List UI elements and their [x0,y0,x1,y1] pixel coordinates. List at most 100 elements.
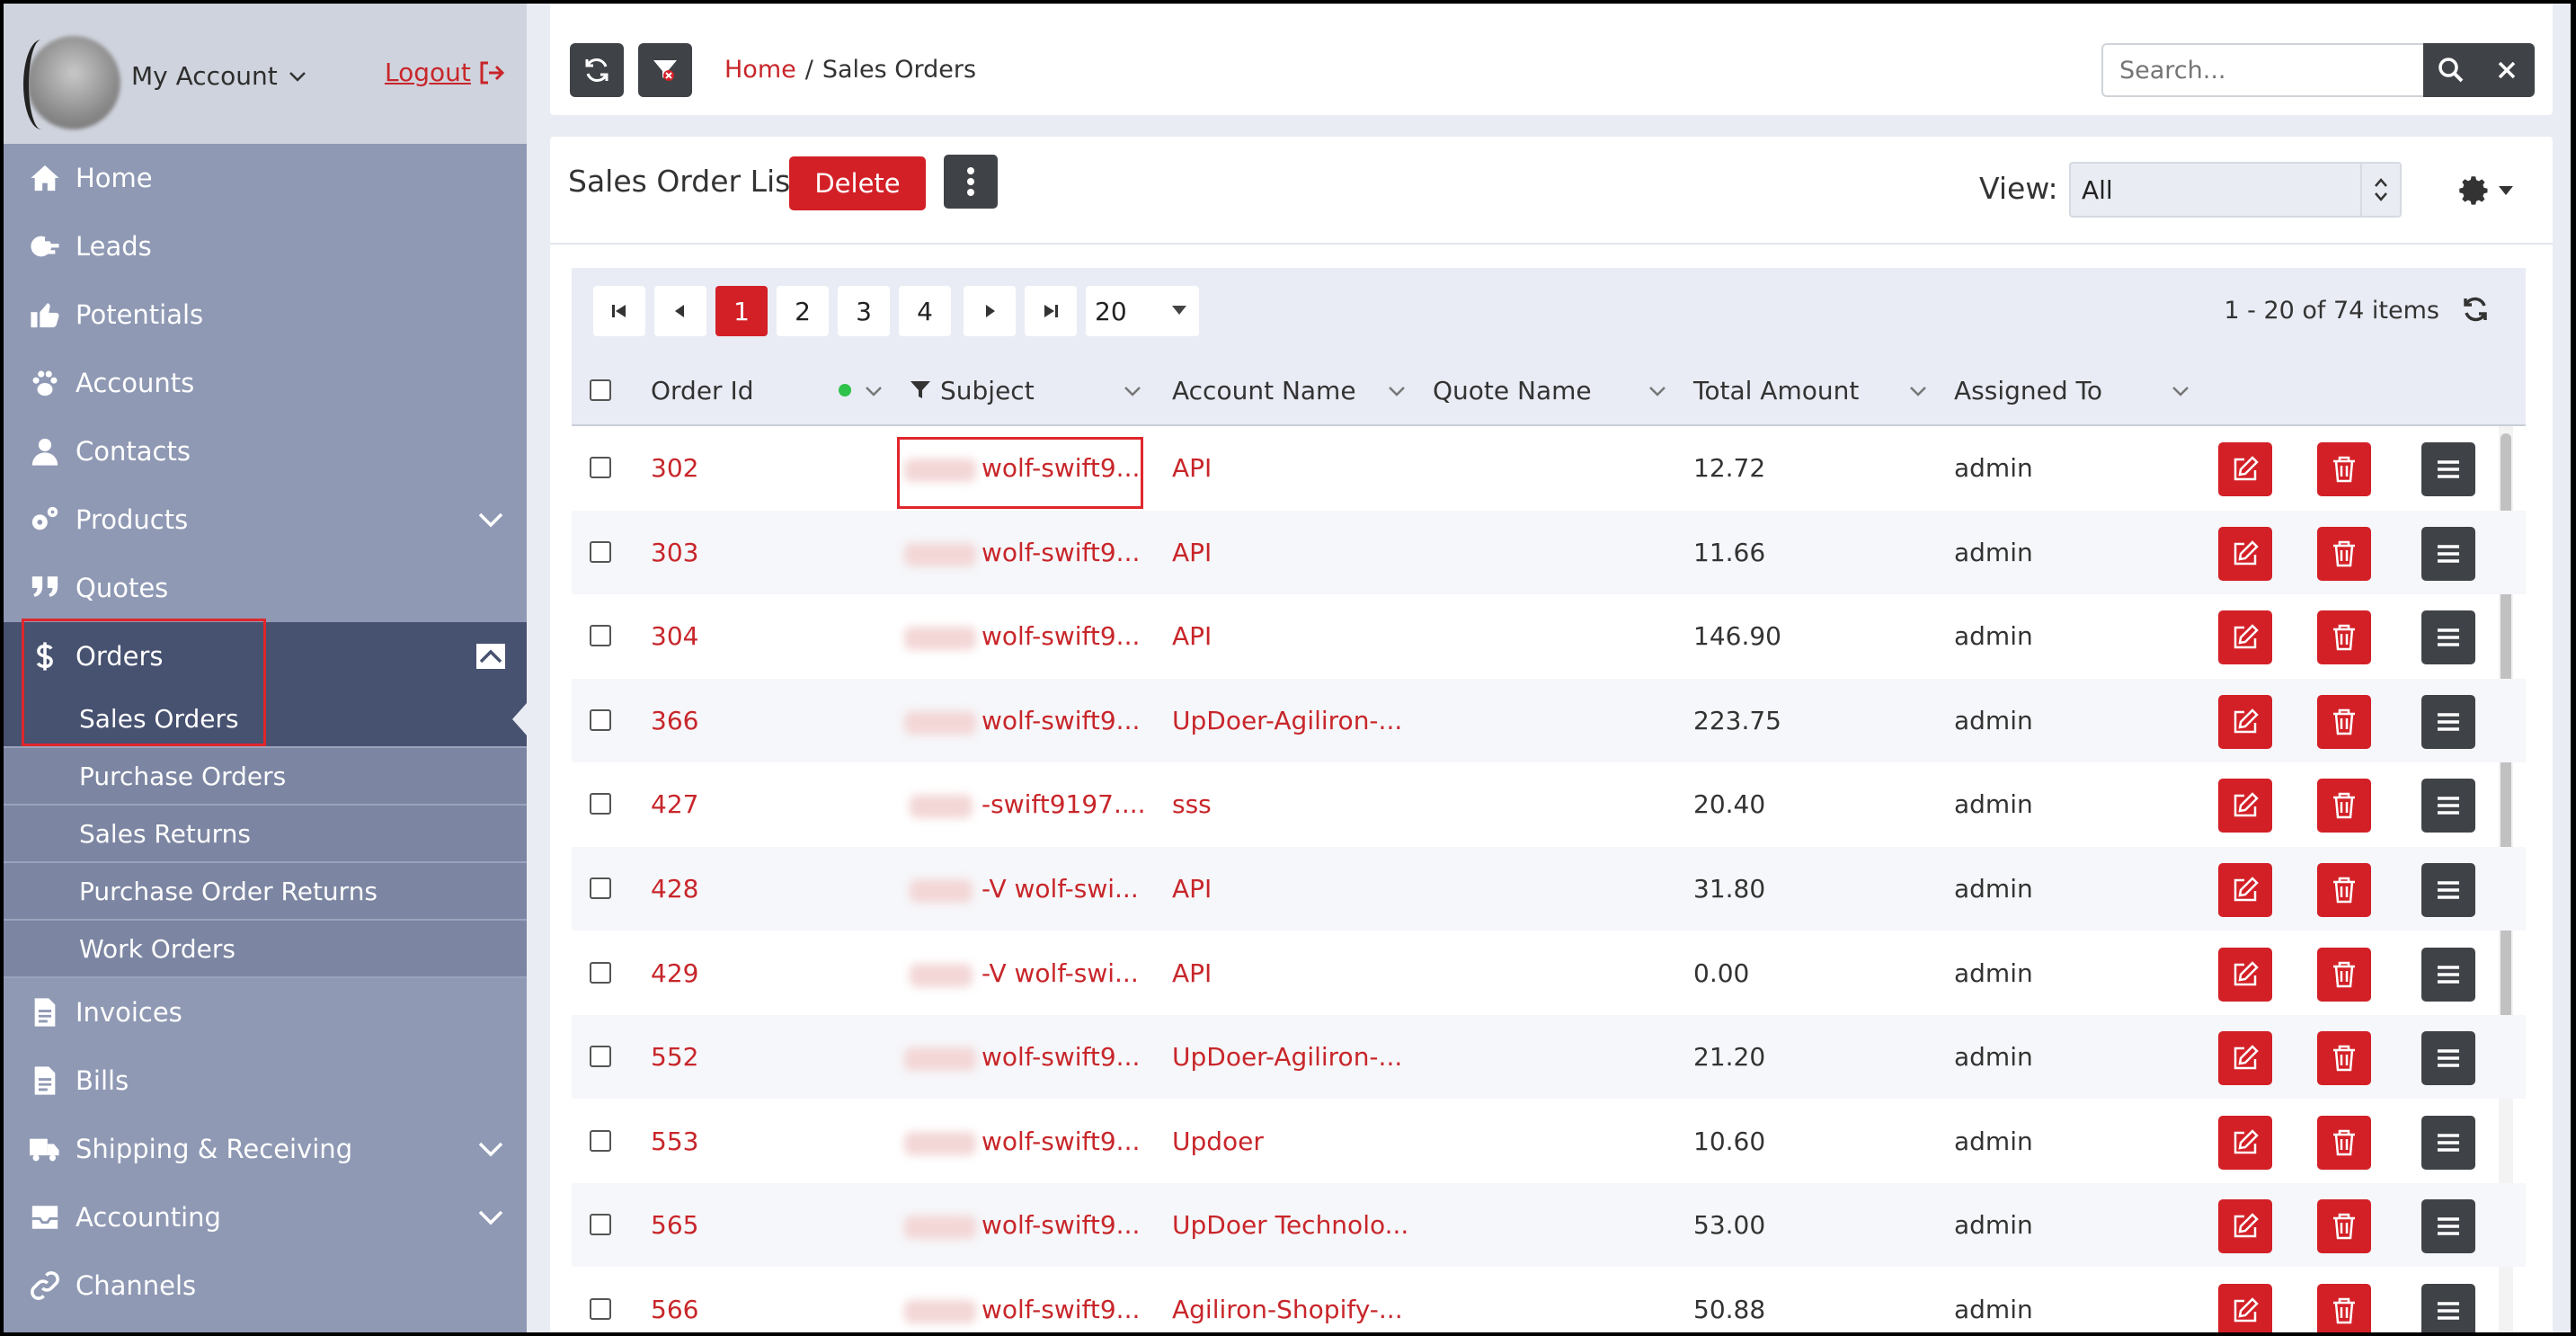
subject-link[interactable]: wolf-swift9... [982,706,1140,735]
row-checkbox[interactable] [590,877,611,899]
table-row[interactable]: 302 wolf-swift9... API 12.72 admin [572,426,2526,510]
delete-row-button[interactable] [2317,526,2371,581]
row-checkbox[interactable] [590,540,611,563]
col-quote-name[interactable]: Quote Name [1433,376,1592,405]
subject-link[interactable]: wolf-swift9... [982,1042,1140,1072]
subject-link[interactable]: wolf-swift9... [982,538,1140,567]
row-checkbox[interactable] [590,708,611,731]
order-id-link[interactable]: 565 [651,1210,698,1240]
page-3-button[interactable]: 3 [838,286,890,336]
page-4-button[interactable]: 4 [899,286,951,336]
col-subject[interactable]: Subject [940,376,1035,405]
edit-button[interactable] [2218,1284,2272,1332]
search-input[interactable] [2101,43,2423,97]
order-id-link[interactable]: 302 [651,453,698,483]
row-menu-button[interactable] [2421,863,2475,917]
page-2-button[interactable]: 2 [777,286,829,336]
nav-accounts[interactable]: Accounts [4,349,527,417]
table-row[interactable]: 553 wolf-swift9... Updoer 10.60 admin [572,1100,2526,1183]
clear-search-button[interactable] [2479,43,2535,97]
order-id-link[interactable]: 304 [651,621,698,651]
subnav-purchase-order-returns[interactable]: Purchase Order Returns [4,863,527,921]
row-menu-button[interactable] [2421,526,2475,581]
account-name-link[interactable]: UpDoer-Agiliron-... [1172,706,1402,735]
delete-button[interactable]: Delete [789,156,926,210]
order-id-link[interactable]: 566 [651,1295,698,1324]
subnav-sales-orders[interactable]: Sales Orders [4,690,527,748]
edit-button[interactable] [2218,526,2272,581]
subject-link[interactable]: wolf-swift9... [982,1295,1140,1324]
table-row[interactable]: 428 -V wolf-swi... API 31.80 admin [572,847,2526,931]
account-name-link[interactable]: API [1172,538,1212,567]
row-menu-button[interactable] [2421,1284,2475,1332]
page-size-select[interactable]: 20 [1086,286,1199,336]
column-menu-icon[interactable] [1124,385,1141,397]
account-name-link[interactable]: Updoer [1172,1127,1264,1156]
account-name-link[interactable]: API [1172,958,1212,988]
table-row[interactable]: 304 wolf-swift9... API 146.90 admin [572,594,2526,678]
order-id-link[interactable]: 428 [651,874,698,904]
col-order-id[interactable]: Order Id [651,376,754,405]
edit-button[interactable] [2218,1031,2272,1086]
refresh-button[interactable] [570,43,624,97]
table-row[interactable]: 427 -swift9197.... sss 20.40 admin [572,762,2526,846]
edit-button[interactable] [2218,947,2272,1002]
col-total-amount[interactable]: Total Amount [1693,376,1859,405]
logout-link[interactable]: Logout [385,58,505,87]
order-id-link[interactable]: 429 [651,958,698,988]
delete-row-button[interactable] [2317,947,2371,1002]
view-select[interactable]: All [2069,162,2402,218]
row-checkbox[interactable] [590,1129,611,1152]
account-name-link[interactable]: API [1172,874,1212,904]
nav-orders[interactable]: Orders [4,622,527,690]
row-checkbox[interactable] [590,1214,611,1236]
order-id-link[interactable]: 427 [651,789,698,819]
subject-link[interactable]: wolf-swift9... [982,453,1140,483]
chevron-down-icon[interactable] [476,507,505,532]
delete-row-button[interactable] [2317,610,2371,665]
subject-link[interactable]: wolf-swift9... [982,1127,1140,1156]
nav-home[interactable]: Home [4,144,527,212]
account-name-link[interactable]: UpDoer Technolo... [1172,1210,1408,1240]
next-page-button[interactable] [964,286,1016,336]
table-row[interactable]: 566 wolf-swift9... Agiliron-Shopify-... … [572,1268,2526,1332]
nav-shipping-receiving[interactable]: Shipping & Receiving [4,1115,527,1183]
nav-invoices[interactable]: Invoices [4,978,527,1047]
page-1-button[interactable]: 1 [715,286,768,336]
subject-link[interactable]: -V wolf-swi... [982,958,1139,988]
clear-filter-button[interactable] [638,43,692,97]
nav-products[interactable]: Products [4,485,527,554]
my-account-menu[interactable]: My Account [131,61,308,91]
order-id-link[interactable]: 366 [651,706,698,735]
nav-contacts[interactable]: Contacts [4,417,527,485]
subnav-sales-returns[interactable]: Sales Returns [4,806,527,863]
table-row[interactable]: 303 wolf-swift9... API 11.66 admin [572,510,2526,594]
delete-row-button[interactable] [2317,779,2371,833]
row-menu-button[interactable] [2421,1115,2475,1170]
row-menu-button[interactable] [2421,947,2475,1002]
chevron-up-icon[interactable] [476,644,505,669]
edit-button[interactable] [2218,694,2272,749]
order-id-link[interactable]: 552 [651,1042,698,1072]
nav-channels[interactable]: Channels [4,1251,527,1320]
account-name-link[interactable]: UpDoer-Agiliron-... [1172,1042,1402,1072]
row-menu-button[interactable] [2421,1031,2475,1086]
column-menu-icon[interactable] [1909,385,1927,397]
row-menu-button[interactable] [2421,779,2475,833]
nav-bills[interactable]: Bills [4,1047,527,1115]
edit-button[interactable] [2218,442,2272,496]
account-name-link[interactable]: sss [1172,789,1212,819]
account-name-link[interactable]: API [1172,453,1212,483]
column-menu-icon[interactable] [865,385,883,397]
subnav-purchase-orders[interactable]: Purchase Orders [4,748,527,806]
table-row[interactable]: 366 wolf-swift9... UpDoer-Agiliron-... 2… [572,678,2526,762]
delete-row-button[interactable] [2317,442,2371,496]
filter-icon[interactable] [910,379,931,401]
breadcrumb-home[interactable]: Home [724,56,796,84]
chevron-down-icon[interactable] [476,1136,505,1162]
column-menu-icon[interactable] [2172,385,2190,397]
nav-quotes[interactable]: Quotes [4,554,527,622]
row-checkbox[interactable] [590,793,611,815]
account-name-link[interactable]: Agiliron-Shopify-... [1172,1295,1403,1324]
row-checkbox[interactable] [590,1298,611,1320]
